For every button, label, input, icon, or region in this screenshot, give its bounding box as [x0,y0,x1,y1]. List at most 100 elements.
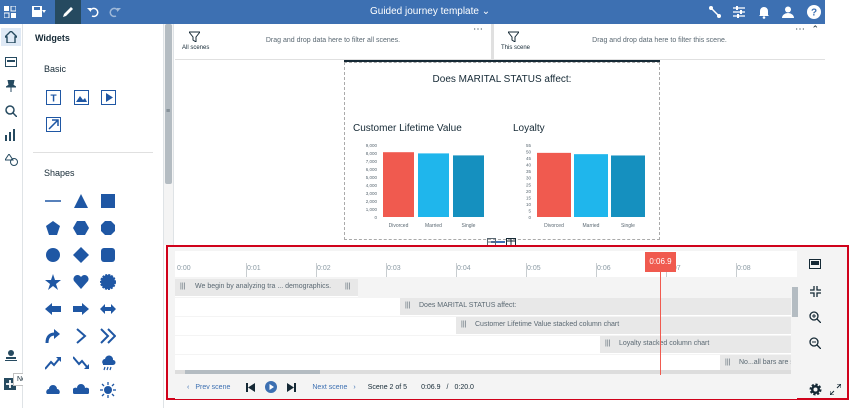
timeline-tracks: ||| We begin by analyzing tra ... demogr… [175,279,797,374]
collapse-icon[interactable]: ⌃ [811,24,819,35]
scene-card[interactable]: Does MARITAL STATUS affect: Customer Lif… [344,62,660,240]
bar-married [574,154,608,217]
cloud-shape-icon[interactable] [44,381,62,399]
square-shape-icon[interactable] [99,192,117,210]
track-item[interactable]: ||| Does MARITAL STATUS affect: [400,298,797,316]
this-scene-hint: Drag and drop data here to filter this s… [592,37,727,44]
home-icon[interactable] [1,28,21,46]
timeline-ruler[interactable]: 0:000:010:020:030:040:050:060:070:08 [175,251,797,277]
fit-to-view-icon[interactable] [806,282,824,300]
search-icon[interactable] [2,102,20,120]
scene-grid-icon[interactable] [487,237,498,246]
next-scene-button[interactable]: Next scene [312,384,347,391]
properties-icon[interactable] [730,0,748,24]
shapes-icon[interactable] [2,151,20,169]
screen-icon[interactable] [806,255,824,273]
zoom-out-icon[interactable] [806,334,824,352]
y-tick-label: 40 [526,163,532,168]
x-tick-label: Single [462,223,476,229]
timeline-v-scrollbar[interactable] [791,279,799,374]
assets-icon[interactable] [2,53,20,71]
trend-down-shape-icon[interactable] [72,354,90,372]
grip-icon[interactable]: ≡ [166,108,170,115]
scrollbar-thumb[interactable] [185,370,320,374]
double-arrow-shape-icon[interactable] [99,300,117,318]
all-scenes-filter-zone[interactable]: All scenes Drag and drop data here to fi… [175,24,491,60]
more-options-icon[interactable]: ⋯ [473,24,483,35]
undo-icon[interactable] [84,0,102,24]
chevron-left-icon[interactable]: ‹ [187,384,189,391]
table-icon[interactable] [506,237,517,246]
notifications-icon[interactable] [755,0,773,24]
chevron-right-icon[interactable]: › [353,384,355,391]
panel-scrollbar[interactable] [165,24,172,184]
bar-divorced [537,152,571,217]
line-shape-icon[interactable] [44,192,62,210]
y-tick-label: 55 [526,143,532,148]
save-icon[interactable] [27,0,51,24]
bar-single [453,155,484,217]
chevron-shape-icon[interactable] [72,327,90,345]
diamond-shape-icon[interactable] [72,246,90,264]
badge-shape-icon[interactable] [99,273,117,291]
rounded-square-shape-icon[interactable] [99,246,117,264]
redo-icon[interactable] [106,0,124,24]
text-widget-icon[interactable]: T [44,88,62,106]
star-shape-icon[interactable] [44,273,62,291]
widgets-title: Widgets [35,33,70,43]
visualizations-icon[interactable] [2,126,20,144]
grip-icon: ||| [405,302,411,309]
y-tick-label: 9,000 [366,143,378,148]
track-item[interactable]: ||| Loyalty stacked column chart [600,336,797,354]
web-page-widget-icon[interactable] [44,115,62,133]
pin-icon[interactable] [2,77,20,95]
expand-icon[interactable] [828,380,842,398]
circle-shape-icon[interactable] [44,246,62,264]
media-widget-icon[interactable] [99,88,117,106]
octagon-shape-icon[interactable] [99,219,117,237]
heart-shape-icon[interactable] [72,273,90,291]
triangle-shape-icon[interactable] [72,192,90,210]
all-scenes-label: All scenes [182,45,210,51]
left-rail [0,24,23,408]
skip-back-icon[interactable] [246,382,256,392]
pencil-icon[interactable] [55,0,81,24]
this-scene-filter-zone[interactable]: This scene Drag and drop data here to fi… [494,24,825,60]
playhead[interactable]: 0:06.9 [645,252,676,272]
pentagon-shape-icon[interactable] [44,219,62,237]
arrow-right-shape-icon[interactable] [72,300,90,318]
stamp-icon[interactable] [2,346,20,364]
trend-up-shape-icon[interactable] [44,354,62,372]
y-tick-label: 6,000 [366,167,378,172]
grid-menu-icon[interactable] [0,0,20,24]
play-button[interactable] [265,381,278,393]
grip-icon: ||| [725,359,731,366]
curved-arrow-shape-icon[interactable] [44,327,62,345]
scene-charts: Customer Lifetime Value 9,000 8,000 7,000 6,… [353,123,645,229]
hexagon-shape-icon[interactable] [72,219,90,237]
user-icon[interactable] [779,0,797,24]
track-spacer [175,317,456,335]
cloud-large-shape-icon[interactable] [72,381,90,399]
y-tick-label: 10 [526,202,532,207]
more-options-icon[interactable]: ⋯ [795,24,805,35]
skip-forward-icon[interactable] [287,382,297,392]
section-divider [33,152,153,153]
track-item[interactable]: ||| We begin by analyzing tra ... demogr… [175,279,358,297]
arrow-left-shape-icon[interactable] [44,300,62,318]
prev-scene-button[interactable]: Prev scene [195,384,230,391]
settings-icon[interactable] [806,380,824,398]
y-tick-label: 30 [526,176,532,181]
app-title[interactable]: Guided journey template ⌄ [370,0,490,24]
scrollbar-thumb[interactable] [792,287,798,317]
image-widget-icon[interactable] [72,88,90,106]
zoom-in-icon[interactable] [806,308,824,326]
connect-icon[interactable] [706,0,724,24]
help-icon[interactable]: ? [805,0,823,24]
double-chevron-shape-icon[interactable] [99,327,117,345]
rain-cloud-shape-icon[interactable] [99,354,117,372]
track-item[interactable]: ||| Customer Lifetime Value stacked colu… [456,317,797,335]
panel-splitter[interactable]: ≡ [164,24,174,245]
timeline-h-scrollbar[interactable] [175,370,797,374]
sun-shape-icon[interactable] [99,381,117,399]
